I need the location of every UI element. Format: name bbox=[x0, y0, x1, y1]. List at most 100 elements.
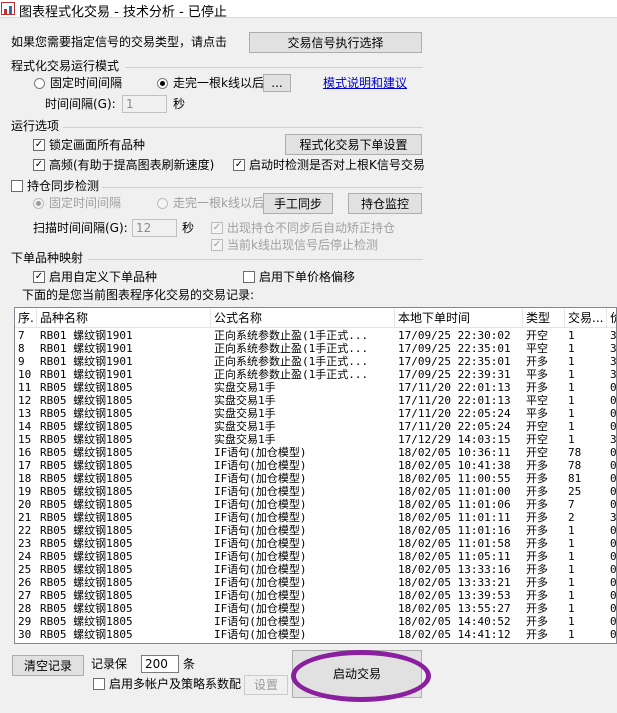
cell-qty: 1 bbox=[568, 602, 575, 615]
manual-sync-button[interactable]: 手工同步 bbox=[263, 193, 333, 214]
position-monitor-button[interactable]: 持仓监控 bbox=[348, 193, 422, 214]
cell-type: 开多 bbox=[526, 498, 548, 511]
stop-detect-checkbox[interactable]: ✓ bbox=[211, 239, 223, 251]
col-header-qty[interactable]: 交易... bbox=[565, 308, 607, 328]
cell-type: 开空 bbox=[526, 446, 548, 459]
price-offset-checkbox[interactable] bbox=[243, 271, 255, 283]
cell-formula: IF语句(加仓模型) bbox=[214, 446, 307, 459]
table-row[interactable]: 28 RB05 螺纹钢1805 IF语句(加仓模型) 18/02/05 13:55:2… bbox=[15, 602, 616, 615]
table-row[interactable]: 27 RB05 螺纹钢1805 IF语句(加仓模型) 18/02/05 13:39:5… bbox=[15, 589, 616, 602]
cell-formula: IF语句(加仓模型) bbox=[214, 576, 307, 589]
auto-correct-checkbox[interactable]: ✓ bbox=[211, 222, 223, 234]
col-header-price[interactable]: 价 bbox=[607, 308, 616, 328]
cell-type: 开多 bbox=[526, 485, 548, 498]
check-prev-bar-checkbox[interactable]: ✓ bbox=[233, 159, 245, 171]
table-row[interactable]: 16 RB05 螺纹钢1805 IF语句(加仓模型) 18/02/05 10:36:1… bbox=[15, 446, 616, 459]
cell-price: 0 bbox=[610, 628, 617, 641]
table-row[interactable]: 11 RB05 螺纹钢1805 实盘交易1手 17/11/20 22:01:13 开多 1… bbox=[15, 381, 616, 394]
title-bar: 图表程式化交易 - 技术分析 - 已停止 bbox=[0, 0, 617, 20]
position-sync-header: 持仓同步检测 bbox=[27, 179, 100, 193]
table-row[interactable]: 12 RB05 螺纹钢1805 实盘交易1手 17/11/20 22:01:13 平空 1… bbox=[15, 394, 617, 407]
sync-fixed-label: 固定时间间隔 bbox=[49, 196, 122, 210]
multi-account-checkbox[interactable] bbox=[93, 678, 105, 690]
cell-symbol: RB05 螺纹钢1805 bbox=[40, 550, 133, 563]
position-sync-checkbox[interactable] bbox=[11, 180, 23, 192]
run-mode-after-bar-radio[interactable] bbox=[157, 78, 168, 89]
cell-type: 开空 bbox=[526, 329, 548, 342]
table-row[interactable]: 9 RB01 螺纹钢1901 正向系统参数止盈(1手正式... 17/09/25 22… bbox=[15, 355, 616, 368]
cell-time: 18/02/05 11:01:00 bbox=[398, 485, 511, 498]
clear-records-button[interactable]: 清空记录 bbox=[12, 655, 84, 676]
scan-interval-unit: 秒 bbox=[182, 221, 195, 235]
table-row[interactable]: 30 RB05 螺纹钢1805 IF语句(加仓模型) 18/02/05 14:41:1… bbox=[15, 628, 617, 641]
table-row[interactable]: 24 RB05 螺纹钢1805 IF语句(加仓模型) 18/02/05 11:05:1… bbox=[15, 550, 616, 563]
cell-price: 0 bbox=[610, 459, 617, 472]
col-header-symbol[interactable]: 品种名称 bbox=[37, 308, 211, 328]
table-row[interactable]: 22 RB05 螺纹钢1805 IF语句(加仓模型) 18/02/05 11:01:1… bbox=[15, 524, 616, 537]
table-row[interactable]: 19 RB05 螺纹钢1805 IF语句(加仓模型) 18/02/05 11:01:0… bbox=[15, 485, 616, 498]
interval-input[interactable] bbox=[122, 95, 167, 113]
cell-index: 15 bbox=[18, 433, 32, 446]
cell-price: 3 bbox=[610, 433, 617, 446]
cell-type: 开空 bbox=[526, 433, 548, 446]
col-header-type[interactable]: 类型 bbox=[523, 308, 565, 328]
table-row[interactable]: 7 RB01 螺纹钢1901 正向系统参数止盈(1手正式... 17/09/25 22… bbox=[15, 329, 617, 342]
sync-after-bar-radio[interactable] bbox=[157, 198, 168, 209]
table-row[interactable]: 13 RB05 螺纹钢1805 实盘交易1手 17/11/20 22:05:24 平多 1… bbox=[15, 407, 616, 420]
run-mode-ellipsis-button[interactable]: ... bbox=[263, 74, 291, 92]
table-row[interactable]: 29 RB05 螺纹钢1805 IF语句(加仓模型) 18/02/05 14:40:5… bbox=[15, 615, 617, 628]
signal-select-button[interactable]: 交易信号执行选择 bbox=[249, 32, 422, 53]
cell-time: 17/09/25 22:30:02 bbox=[398, 329, 511, 342]
cell-index: 8 bbox=[18, 342, 25, 355]
lock-symbol-checkbox[interactable]: ✓ bbox=[33, 139, 45, 151]
table-row[interactable]: 20 RB05 螺纹钢1805 IF语句(加仓模型) 18/02/05 11:01:0… bbox=[15, 498, 616, 511]
cell-time: 18/02/05 13:33:21 bbox=[398, 576, 511, 589]
cell-formula: 正向系统参数止盈(1手正式... bbox=[214, 355, 369, 368]
keep-records-input[interactable] bbox=[141, 655, 179, 673]
table-row[interactable]: 10 RB01 螺纹钢1901 正向系统参数止盈(1手正式... 17/09/25 2… bbox=[15, 368, 616, 381]
col-header-formula[interactable]: 公式名称 bbox=[211, 308, 395, 328]
table-header: 序. 品种名称 公式名称 本地下单时间 类型 交易... 价 bbox=[15, 308, 616, 328]
cell-price: 0 bbox=[610, 472, 617, 485]
cell-formula: 实盘交易1手 bbox=[214, 381, 276, 394]
cell-price: 0 bbox=[610, 615, 617, 628]
table-row[interactable]: 26 RB05 螺纹钢1805 IF语句(加仓模型) 18/02/05 13:33:2… bbox=[15, 576, 616, 589]
run-mode-fixed-radio[interactable] bbox=[34, 78, 45, 89]
table-row[interactable]: 23 RB05 螺纹钢1805 IF语句(加仓模型) 18/02/05 11:01:5… bbox=[15, 537, 617, 550]
table-row[interactable]: 25 RB05 螺纹钢1805 IF语句(加仓模型) 18/02/05 13:33:1… bbox=[15, 563, 616, 576]
high-freq-checkbox[interactable]: ✓ bbox=[33, 159, 45, 171]
cell-price: 3 bbox=[610, 329, 617, 342]
settings-button[interactable]: 设置 bbox=[244, 675, 288, 695]
col-header-index[interactable]: 序. bbox=[15, 308, 37, 328]
sync-fixed-radio[interactable] bbox=[33, 198, 44, 209]
cell-time: 18/02/05 11:01:11 bbox=[398, 511, 511, 524]
cell-time: 18/02/05 11:01:06 bbox=[398, 498, 511, 511]
cell-symbol: RB05 螺纹钢1805 bbox=[40, 407, 133, 420]
table-row[interactable]: 15 RB05 螺纹钢1805 实盘交易1手 17/12/29 14:03:15 开空 1… bbox=[15, 433, 617, 446]
table-row[interactable]: 18 RB05 螺纹钢1805 IF语句(加仓模型) 18/02/05 11:00:5… bbox=[15, 472, 617, 485]
cell-symbol: RB05 螺纹钢1805 bbox=[40, 524, 133, 537]
cell-formula: IF语句(加仓模型) bbox=[214, 615, 307, 628]
custom-symbol-checkbox[interactable]: ✓ bbox=[33, 271, 45, 283]
table-row[interactable]: 14 RB05 螺纹钢1805 实盘交易1手 17/11/20 22:05:24 开空 1… bbox=[15, 420, 617, 433]
col-header-time[interactable]: 本地下单时间 bbox=[395, 308, 523, 328]
cell-symbol: RB05 螺纹钢1805 bbox=[40, 537, 133, 550]
cell-index: 20 bbox=[18, 498, 32, 511]
records-caption: 下面的是您当前图表程序化交易的交易记录: bbox=[22, 288, 255, 302]
cell-time: 18/02/05 14:41:12 bbox=[398, 628, 511, 641]
auto-correct-label: 出现持仓不同步后自动矫正持仓 bbox=[227, 221, 396, 235]
table-row[interactable]: 8 RB01 螺纹钢1901 正向系统参数止盈(1手正式... 17/09/25 22… bbox=[15, 342, 616, 355]
cell-price: 0 bbox=[610, 394, 617, 407]
cell-price: 0 bbox=[610, 537, 617, 550]
cell-type: 平多 bbox=[526, 368, 548, 381]
high-freq-label: 高频(有助于提高图表刷新速度) bbox=[49, 158, 215, 172]
cell-type: 开多 bbox=[526, 563, 548, 576]
scan-interval-input[interactable] bbox=[132, 219, 177, 237]
order-settings-button[interactable]: 程式化交易下单设置 bbox=[285, 134, 422, 155]
mode-help-link[interactable]: 模式说明和建议 bbox=[323, 76, 407, 91]
trade-records-table[interactable]: 序. 品种名称 公式名称 本地下单时间 类型 交易... 价 7 RB01 螺纹钢… bbox=[14, 307, 617, 644]
table-row[interactable]: 17 RB05 螺纹钢1805 IF语句(加仓模型) 18/02/05 10:41:3… bbox=[15, 459, 617, 472]
cell-index: 29 bbox=[18, 615, 32, 628]
cell-price: 0 bbox=[610, 420, 617, 433]
table-row[interactable]: 21 RB05 螺纹钢1805 IF语句(加仓模型) 18/02/05 11:01:1… bbox=[15, 511, 616, 524]
